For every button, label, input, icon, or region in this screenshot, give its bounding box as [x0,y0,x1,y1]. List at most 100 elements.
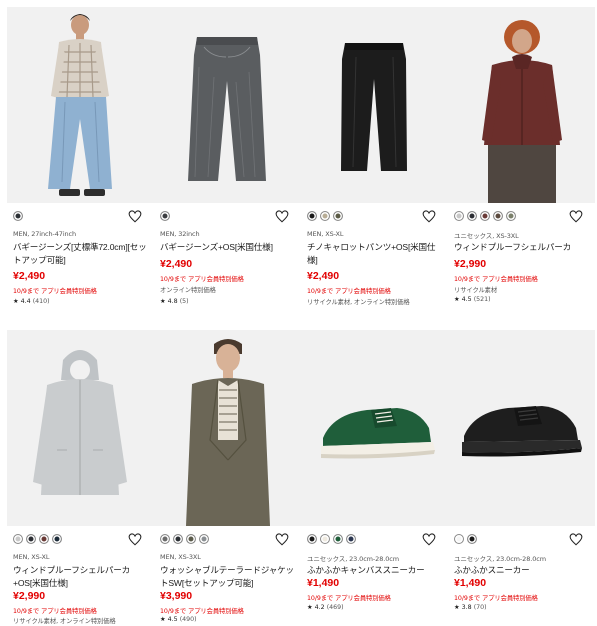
color-swatches [160,534,209,546]
product-meta: MEN, XS-XL [13,553,50,561]
promo-text: 10/9まで アプリ会員特別価格 [13,608,97,615]
color-swatch[interactable] [493,211,503,221]
product-image[interactable] [301,330,448,526]
promo-text: 10/9まで アプリ会員特別価格 [307,288,391,295]
product-card[interactable]: MEN, 27inch-47inch バギージーンズ[丈標準72.0cm][セッ… [7,7,154,307]
color-swatch[interactable] [160,211,170,221]
product-card[interactable]: ユニセックス, 23.0cm-28.0cm ふかふかキャンバススニーカー ¥1,… [301,330,448,626]
color-swatch[interactable] [467,534,477,544]
product-price: ¥3,990 [160,590,193,602]
product-meta: MEN, XS-3XL [160,553,201,561]
star-icon: ★ [454,604,460,611]
promo-text: 10/9まで アプリ会員特別価格 [454,595,538,602]
product-price: ¥2,990 [454,258,487,270]
favorite-heart-icon[interactable] [422,533,436,546]
rating-value: 4.5 [167,616,178,623]
product-image[interactable] [154,330,301,526]
product-name[interactable]: チノキャロットパンツ+OS[米国仕様] [307,241,444,267]
favorite-heart-icon[interactable] [128,533,142,546]
color-swatch[interactable] [454,534,464,544]
product-rating: ★ 4.5 (521) [454,296,491,303]
product-meta: ユニセックス, 23.0cm-28.0cm [307,555,399,563]
product-name[interactable]: ウィンドプルーフシェルパーカ [454,241,591,254]
color-swatch[interactable] [454,211,464,221]
star-icon: ★ [307,604,313,611]
color-swatches [307,211,343,223]
product-image[interactable] [448,330,595,526]
color-swatch[interactable] [467,211,477,221]
product-price: ¥2,490 [160,258,193,270]
product-name[interactable]: ウィンドプルーフシェルパーカ+OS[米国仕様] [13,564,150,590]
color-swatch[interactable] [506,211,516,221]
color-swatches [13,534,62,546]
color-swatches [307,534,356,546]
product-note: リサイクル素材 [454,287,498,294]
product-name[interactable]: ふかふかスニーカー [454,564,591,577]
color-swatch[interactable] [160,534,170,544]
favorite-heart-icon[interactable] [128,210,142,223]
color-swatch[interactable] [333,534,343,544]
color-swatch[interactable] [307,211,317,221]
favorite-heart-icon[interactable] [275,533,289,546]
favorite-heart-icon[interactable] [569,533,583,546]
favorite-heart-icon[interactable] [569,210,583,223]
product-price: ¥2,490 [13,270,46,282]
color-swatch[interactable] [333,211,343,221]
color-swatch[interactable] [13,534,23,544]
product-name[interactable]: ふかふかキャンバススニーカー [307,564,444,577]
product-rating: ★ 4.5 (490) [160,616,197,623]
rating-count: (5) [179,298,189,305]
color-swatch[interactable] [320,211,330,221]
product-meta: MEN, 32inch [160,230,200,238]
rating-value: 3.8 [461,604,472,611]
product-grid: MEN, 27inch-47inch バギージーンズ[丈標準72.0cm][セッ… [0,0,597,626]
color-swatch[interactable] [39,534,49,544]
product-price: ¥2,490 [307,270,340,282]
product-card[interactable]: MEN, XS-XL チノキャロットパンツ+OS[米国仕様] ¥2,490 10… [301,7,448,307]
product-image[interactable] [301,7,448,203]
color-swatches [454,534,477,546]
product-rating: ★ 4.8 (5) [160,298,189,305]
product-rating: ★ 4.2 (469) [307,604,344,611]
color-swatch[interactable] [307,534,317,544]
product-card[interactable]: MEN, XS-3XL ウォッシャブルテーラードジャケットSW[セットアップ可能… [154,330,301,626]
color-swatch[interactable] [346,534,356,544]
product-image[interactable] [448,7,595,203]
color-swatch[interactable] [186,534,196,544]
rating-count: (490) [179,616,197,623]
color-swatch[interactable] [173,534,183,544]
rating-count: (70) [473,604,487,611]
color-swatch[interactable] [320,534,330,544]
product-card[interactable]: MEN, XS-XL ウィンドプルーフシェルパーカ+OS[米国仕様] ¥2,99… [7,330,154,626]
star-icon: ★ [160,298,166,305]
product-image[interactable] [154,7,301,203]
favorite-heart-icon[interactable] [275,210,289,223]
product-meta: MEN, XS-XL [307,230,344,238]
color-swatch[interactable] [480,211,490,221]
product-card[interactable]: MEN, 32inch バギージーンズ+OS[米国仕様] ¥2,490 10/9… [154,7,301,307]
product-price: ¥1,490 [454,577,487,589]
product-name[interactable]: バギージーンズ+OS[米国仕様] [160,241,297,254]
color-swatch[interactable] [13,211,23,221]
promo-text: 10/9まで アプリ会員特別価格 [13,288,97,295]
color-swatch[interactable] [52,534,62,544]
color-swatch[interactable] [199,534,209,544]
promo-text: 10/9まで アプリ会員特別価格 [160,276,244,283]
product-image[interactable] [7,330,154,526]
promo-text: 10/9まで アプリ会員特別価格 [454,276,538,283]
color-swatches [454,211,516,223]
product-image[interactable] [7,7,154,203]
product-card[interactable]: ユニセックス, 23.0cm-28.0cm ふかふかスニーカー ¥1,490 1… [448,330,595,626]
product-note: オンライン特別価格 [160,287,216,294]
product-name[interactable]: ウォッシャブルテーラードジャケットSW[セットアップ可能] [160,564,297,590]
product-meta: ユニセックス, XS-3XL [454,232,519,240]
product-name[interactable]: バギージーンズ[丈標準72.0cm][セットアップ可能] [13,241,150,267]
star-icon: ★ [160,616,166,623]
product-card[interactable]: ユニセックス, XS-3XL ウィンドプルーフシェルパーカ ¥2,990 10/… [448,7,595,307]
color-swatch[interactable] [26,534,36,544]
rating-value: 4.5 [461,296,472,303]
product-note: リサイクル素材, オンライン特別価格 [13,618,116,625]
color-swatches [160,211,170,223]
rating-count: (469) [326,604,344,611]
favorite-heart-icon[interactable] [422,210,436,223]
